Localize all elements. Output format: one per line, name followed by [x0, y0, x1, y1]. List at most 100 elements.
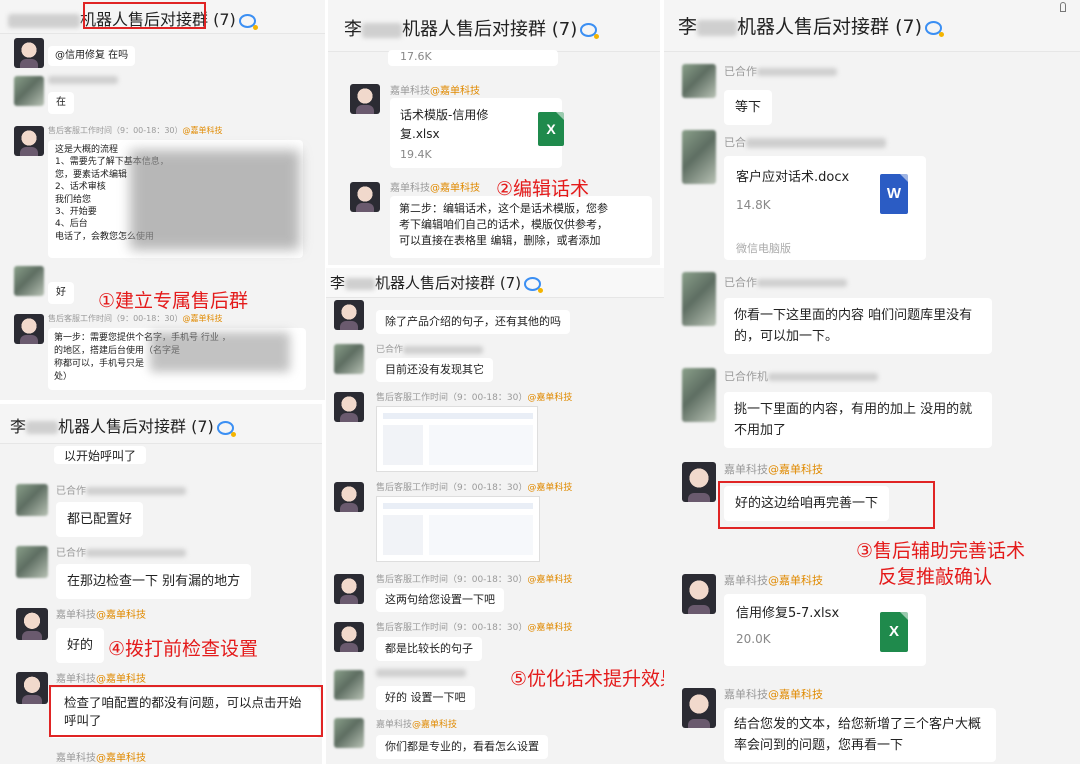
file-name[interactable]: 信用修复5-7.xlsx	[736, 604, 839, 623]
blurred-name	[8, 13, 80, 28]
sender-name: 已合作机	[724, 368, 878, 384]
message-bubble: 以开始呼叫了	[54, 446, 147, 464]
annotation-step-2: ②编辑话术	[496, 178, 590, 200]
sender-name: 售后客服工作时间（9：00-18：30）@嘉单科技	[376, 393, 573, 403]
avatar[interactable]	[14, 314, 44, 344]
message-bubble: 目前还没有发现其它	[376, 358, 493, 382]
member-count: (7)	[499, 274, 522, 292]
avatar[interactable]	[682, 574, 716, 614]
avatar[interactable]	[14, 126, 44, 156]
sender-name: 嘉单科技@嘉单科技	[376, 720, 458, 730]
avatar[interactable]	[14, 266, 44, 296]
avatar[interactable]	[334, 574, 364, 604]
chat-panel-5: 李机器人售后对接群 (7) 已合作 等下 已合 客户应对话术.docx 14.8…	[664, 0, 1080, 764]
excel-file-icon[interactable]: X	[880, 612, 908, 652]
annotation-step-1: ①建立专属售后群	[98, 290, 249, 312]
chat-header: 李机器人售后对接群 (7)	[326, 268, 672, 298]
sender-name: 嘉单科技@嘉单科技	[390, 183, 480, 194]
avatar[interactable]	[16, 672, 48, 704]
avatar[interactable]	[682, 272, 716, 326]
screenshot-image[interactable]	[376, 496, 540, 562]
group-title: 机器人售后对接群	[58, 417, 187, 436]
sender-name: 已合	[724, 134, 886, 150]
group-title: 机器人售后对接群	[375, 274, 496, 292]
sender-name: 嘉单科技@嘉单科技	[724, 688, 823, 701]
annotation-step-3: ③售后辅助完善话术 反复推敲确认	[856, 540, 1026, 588]
sender-name: 嘉单科技@嘉单科技	[724, 574, 823, 587]
avatar[interactable]	[350, 182, 380, 212]
word-file-icon[interactable]: W	[880, 174, 908, 214]
file-name[interactable]: 话术模版-信用修 复.xlsx	[400, 106, 488, 144]
sender-name: 已合作	[724, 274, 847, 290]
file-size: 20.0K	[736, 632, 771, 646]
sender-name: 嘉单科技@嘉单科技	[724, 463, 823, 476]
message-bubble: 你们都是专业的，看看怎么设置	[376, 735, 548, 759]
avatar[interactable]	[682, 688, 716, 728]
sender-name: 嘉单科技@嘉单科技	[56, 753, 146, 764]
avatar[interactable]	[334, 482, 364, 512]
chat-bubble-icon[interactable]	[238, 13, 258, 30]
message-bubble: 好	[48, 282, 74, 304]
chat-header: 李机器人售后对接群 (7)	[664, 0, 1080, 52]
sender-name: 嘉单科技@嘉单科技	[56, 610, 146, 621]
avatar[interactable]	[350, 84, 380, 114]
avatar[interactable]	[334, 300, 364, 330]
message-bubble: @信用修复 在吗	[48, 46, 136, 66]
chat-bubble-icon[interactable]	[925, 20, 944, 37]
highlight-message	[49, 685, 323, 737]
screenshot-image[interactable]	[376, 406, 538, 472]
avatar[interactable]	[682, 462, 716, 502]
annotation-step-5: ⑤优化话术提升效果	[510, 668, 680, 690]
blurred-name	[345, 277, 376, 290]
pin-icon[interactable]	[1060, 2, 1066, 12]
highlight-group-title	[83, 2, 206, 29]
sender-name: 已合作	[724, 63, 837, 79]
avatar[interactable]	[14, 76, 44, 106]
chat-bubble-icon[interactable]	[580, 23, 600, 39]
chat-bubble-icon[interactable]	[524, 276, 544, 293]
avatar[interactable]	[16, 484, 48, 516]
avatar[interactable]	[334, 670, 364, 700]
avatar[interactable]	[334, 392, 364, 422]
excel-file-icon[interactable]: X	[538, 112, 564, 146]
message-bubble: 除了产品介绍的句子，还有其他的吗	[376, 310, 570, 334]
member-count: (7)	[213, 10, 236, 29]
message-bubble: 在	[48, 92, 74, 114]
sender-name: 售后客服工作时间（9：00-18：30）@嘉单科技	[48, 314, 223, 323]
avatar[interactable]	[334, 718, 364, 748]
avatar[interactable]	[334, 344, 364, 374]
message-bubble: 都已配置好	[56, 502, 144, 537]
message-bubble: 等下	[724, 90, 773, 125]
avatar[interactable]	[682, 130, 716, 184]
file-name[interactable]: 客户应对话术.docx	[736, 168, 849, 187]
avatar[interactable]	[16, 546, 48, 578]
sender-name: 售后客服工作时间（9：00-18：30）@嘉单科技	[48, 126, 223, 135]
message-bubble: 在那边检查一下 别有漏的地方	[56, 564, 252, 599]
message-bubble: 结合您发的文本，给您新增了三个客户大概 率会问到的问题，您再看一下	[724, 708, 996, 762]
message-bubble: 第二步：编辑话术，这个是话术模版，您参 考下编辑咱们自己的话术，模版仅供参考， …	[390, 196, 652, 258]
message-bubble: 挑一下里面的内容，有用的加上 没用的就 不用加了	[724, 392, 992, 448]
avatar[interactable]	[334, 622, 364, 652]
message-bubble: 你看一下这里面的内容 咱们问题库里没有 的，可以加一下。	[724, 298, 992, 354]
avatar[interactable]	[682, 64, 716, 98]
message-bubble: 这两句给您设置一下吧	[376, 588, 504, 612]
file-size: 19.4K	[400, 148, 432, 161]
chat-header: 李机器人售后对接群 (7)	[328, 0, 660, 52]
chat-header: 李机器人售后对接群 (7)	[0, 404, 322, 444]
avatar[interactable]	[14, 38, 44, 68]
file-size: 17.6K	[400, 50, 432, 63]
redacted-region	[130, 150, 300, 250]
blurred-name	[376, 669, 466, 677]
avatar[interactable]	[682, 368, 716, 422]
file-size: 14.8K	[736, 198, 771, 212]
sender-name: 已合作	[376, 342, 484, 355]
chat-panel-2: 李机器人售后对接群 (7) 17.6K 嘉单科技@嘉单科技 话术模版-信用修 复…	[328, 0, 660, 265]
redacted-region	[150, 332, 290, 372]
sender-name: 嘉单科技@嘉单科技	[56, 674, 146, 685]
sender-name: 已合作	[56, 544, 186, 559]
member-count: (7)	[551, 19, 578, 40]
avatar[interactable]	[16, 608, 48, 640]
blurred-name	[362, 22, 402, 38]
message-bubble: 好的	[56, 628, 105, 663]
chat-bubble-icon[interactable]	[216, 420, 236, 437]
